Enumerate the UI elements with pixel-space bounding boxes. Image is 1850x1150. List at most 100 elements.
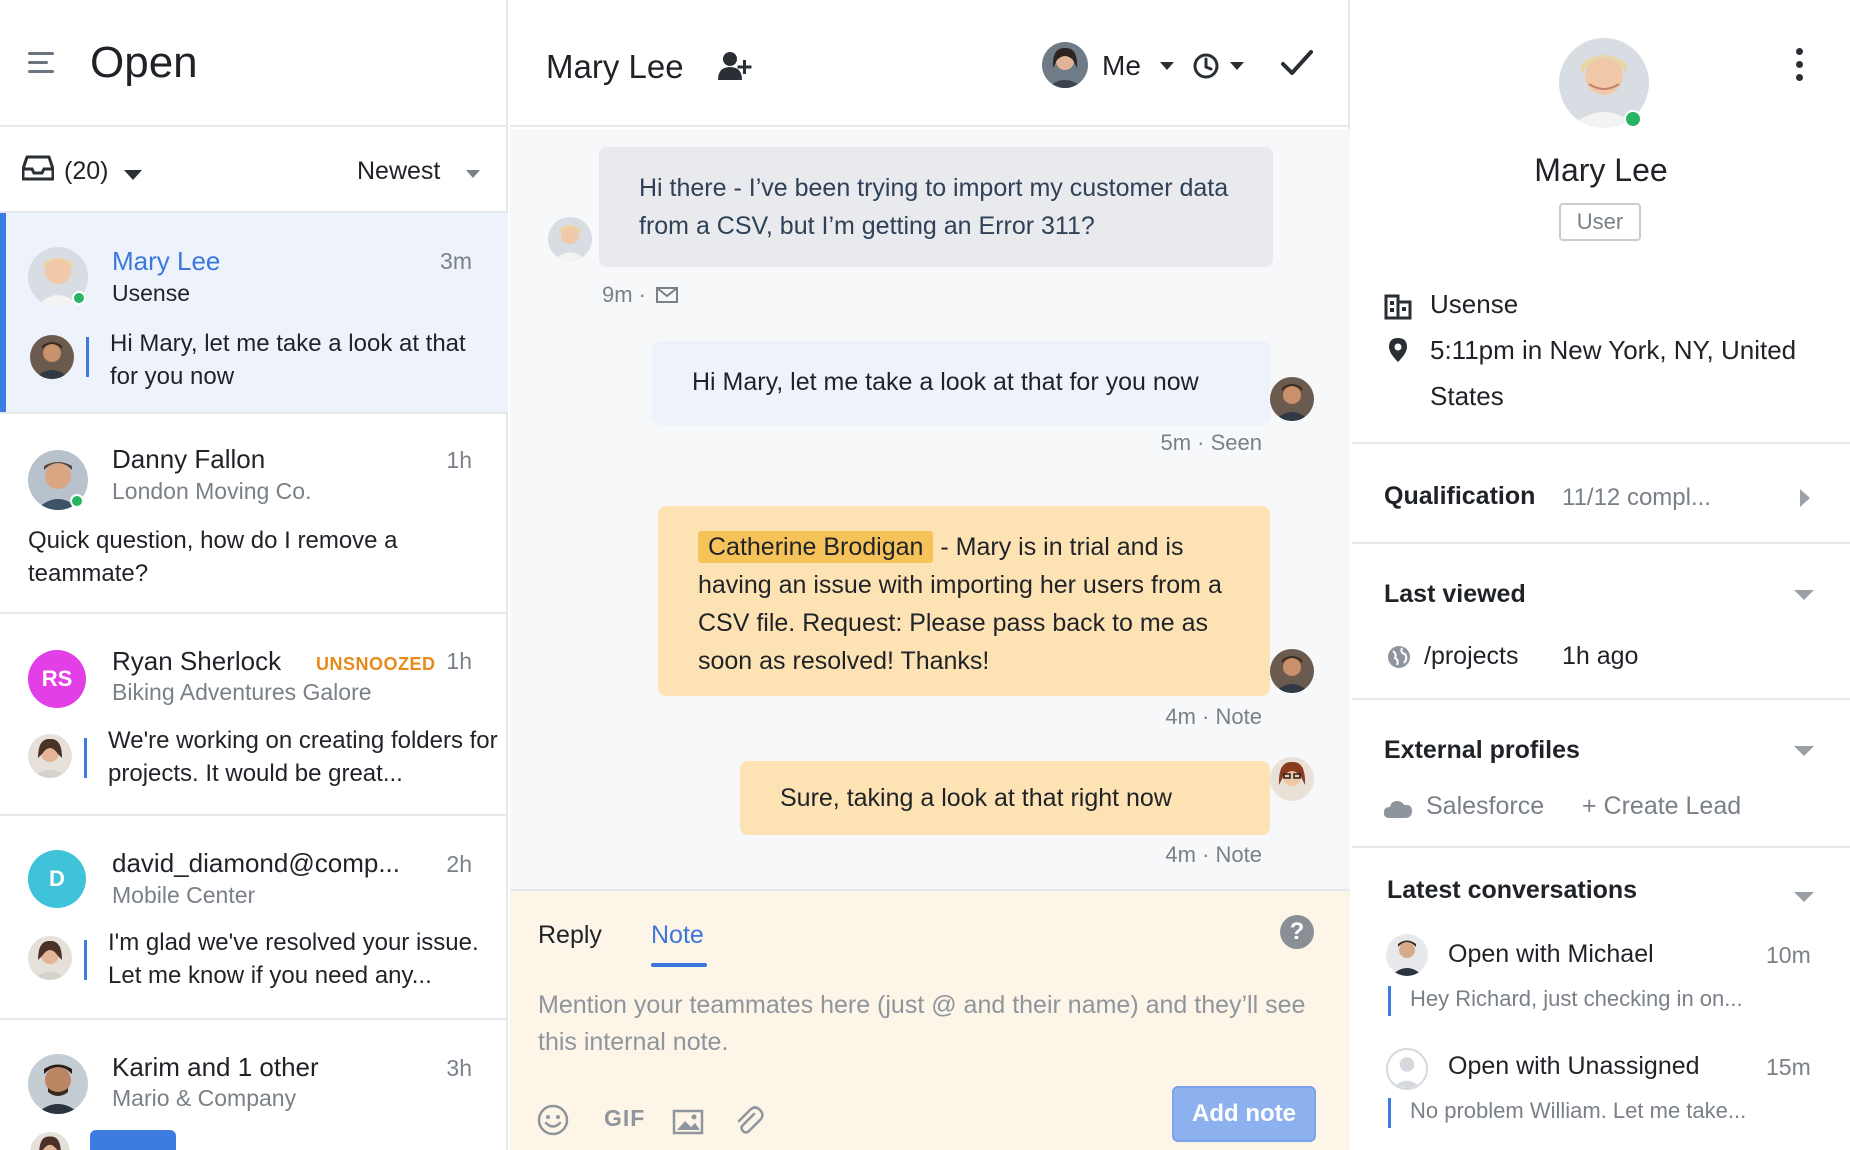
conversation-name: david_diamond@comp... — [112, 848, 400, 878]
avatar-initials: RS — [28, 650, 86, 708]
presence-dot — [70, 494, 84, 508]
sort-dropdown[interactable]: Newest — [357, 157, 440, 186]
tab-note-underline — [651, 963, 707, 967]
create-lead-link[interactable]: + Create Lead — [1582, 792, 1741, 821]
gif-button[interactable]: GIF — [604, 1105, 645, 1132]
chevron-down-icon[interactable] — [1794, 892, 1814, 902]
message-meta: 4m · Note — [1165, 842, 1262, 867]
conversation-title: Mary Lee — [546, 48, 684, 85]
profile-company: Usense — [1430, 289, 1519, 319]
chevron-right-icon[interactable] — [1800, 489, 1810, 507]
avatar — [28, 936, 72, 980]
messenger-app: Open (20) Newest Mary Lee Usense 3m Hi M… — [0, 0, 1850, 1150]
conversation-name: Ryan Sherlock — [112, 646, 282, 676]
conversation-item[interactable]: D david_diamond@comp... 2h Mobile Center… — [0, 816, 508, 1020]
latest-conversation-preview: No problem William. Let me take... — [1410, 1098, 1747, 1123]
message-list: Hi there - I’ve been trying to import my… — [510, 129, 1350, 889]
conversation-name: Karim and 1 other — [112, 1052, 319, 1082]
conversation-header: Mary Lee Me — [510, 0, 1350, 127]
avatar — [28, 734, 72, 778]
conversation-time: 1h — [446, 648, 472, 674]
reply-line — [86, 337, 89, 377]
check-icon[interactable] — [1280, 48, 1314, 78]
latest-conversation-item[interactable]: Open with Michael 10m Hey Richard, just … — [1352, 934, 1850, 1034]
inbox-icon[interactable] — [22, 154, 54, 182]
latest-conversation-title: Open with Unassigned — [1448, 1052, 1700, 1080]
avatar — [1386, 1048, 1428, 1090]
assignee-dropdown[interactable]: Me — [1102, 50, 1141, 82]
attachment-icon[interactable] — [732, 1103, 764, 1137]
conversation-time: 2h — [446, 851, 472, 877]
conversation-preview: Quick question, how do I remove a teamma… — [28, 527, 398, 587]
chevron-down-icon[interactable] — [466, 170, 480, 178]
new-message-pill[interactable] — [90, 1130, 176, 1150]
avatar — [1270, 377, 1314, 421]
conversation-preview: I'm glad we've resolved your issue. Let … — [108, 929, 479, 989]
conversation-item[interactable]: RS Ryan Sherlock UNSNOOZED 1h Biking Adv… — [0, 614, 508, 816]
inbox-header: Open — [0, 0, 508, 127]
profile-location: 5:11pm in New York, NY, United States — [1430, 335, 1797, 411]
outgoing-message: Hi Mary, let me take a look at that for … — [652, 341, 1270, 425]
section-title: Qualification — [1384, 482, 1536, 510]
last-viewed-section: Last viewed /projects 1h ago — [1352, 542, 1850, 698]
conversation-panel: Mary Lee Me Hi there - I’ve been trying … — [510, 0, 1350, 1150]
note-input[interactable]: Mention your teammates here (just @ and … — [538, 987, 1328, 1061]
latest-conversation-title: Open with Michael — [1448, 940, 1654, 968]
avatar — [28, 1054, 88, 1114]
role-badge: User — [1559, 203, 1641, 241]
avatar — [1386, 934, 1428, 976]
avatar — [1270, 757, 1314, 801]
chevron-down-icon[interactable] — [124, 170, 142, 180]
conversation-preview: We're working on creating folders for pr… — [108, 727, 498, 787]
presence-dot — [72, 291, 86, 305]
image-icon[interactable] — [672, 1105, 704, 1139]
external-profiles-section: External profiles Salesforce + Create Le… — [1352, 698, 1850, 846]
conversation-company: Mobile Center — [112, 882, 256, 908]
avatar — [30, 335, 74, 379]
presence-dot — [1624, 110, 1642, 128]
avatar — [30, 1132, 70, 1150]
message-meta: 5m · Seen — [1160, 430, 1263, 455]
kebab-icon[interactable] — [1794, 48, 1804, 82]
reply-line — [84, 738, 87, 778]
conversation-item[interactable]: Danny Fallon London Moving Co. 1h Quick … — [0, 414, 508, 614]
email-icon — [656, 287, 678, 303]
conversation-preview: Hi Mary, let me take a look at that for … — [110, 330, 466, 390]
inbox-panel: Open (20) Newest Mary Lee Usense 3m Hi M… — [0, 0, 508, 1150]
mention-tag[interactable]: Catherine Brodigan — [698, 531, 934, 563]
chevron-down-icon[interactable] — [1160, 62, 1174, 70]
emoji-icon[interactable] — [536, 1103, 570, 1137]
avatar-initials: D — [28, 850, 86, 908]
internal-note: Sure, taking a look at that right now — [740, 761, 1270, 835]
clock-icon[interactable] — [1192, 52, 1220, 80]
tab-reply[interactable]: Reply — [538, 921, 602, 950]
incoming-message: Hi there - I’ve been trying to import my… — [599, 147, 1273, 267]
latest-conversation-item[interactable]: Open with Unassigned 15m No problem Will… — [1352, 1048, 1850, 1148]
add-note-button[interactable]: Add note — [1172, 1086, 1316, 1142]
chevron-down-icon[interactable] — [1794, 590, 1814, 600]
message-meta: 4m · Note — [1165, 704, 1262, 729]
conversation-time: 3h — [446, 1055, 472, 1081]
chevron-down-icon[interactable] — [1794, 746, 1814, 756]
avatar — [548, 217, 592, 261]
latest-conversations-section: Latest conversations Open with Michael 1… — [1352, 846, 1850, 1150]
conversation-name: Mary Lee — [112, 246, 221, 276]
conversation-count[interactable]: (20) — [64, 157, 108, 186]
qualification-section[interactable]: Qualification 11/12 compl... — [1352, 442, 1850, 542]
conversation-company: Usense — [112, 280, 190, 306]
help-icon[interactable]: ? — [1280, 915, 1314, 949]
section-title: Latest conversations — [1387, 876, 1638, 904]
latest-conversation-time: 10m — [1766, 942, 1811, 968]
tab-note[interactable]: Note — [651, 921, 704, 950]
chevron-down-icon[interactable] — [1230, 62, 1244, 70]
reply-composer: Reply Note ? Mention your teammates here… — [510, 889, 1350, 1150]
conversation-company: Biking Adventures Galore — [112, 679, 372, 705]
conversation-item[interactable]: Mary Lee Usense 3m Hi Mary, let me take … — [0, 213, 508, 414]
add-user-icon[interactable] — [716, 50, 752, 82]
last-viewed-time: 1h ago — [1562, 642, 1639, 670]
conversation-item[interactable]: Karim and 1 other 3h Mario & Company — [0, 1020, 508, 1150]
qualification-value: 11/12 compl... — [1562, 484, 1711, 511]
last-viewed-page[interactable]: /projects — [1424, 642, 1518, 671]
hamburger-icon[interactable] — [28, 52, 56, 74]
assignee-avatar[interactable] — [1042, 42, 1088, 88]
